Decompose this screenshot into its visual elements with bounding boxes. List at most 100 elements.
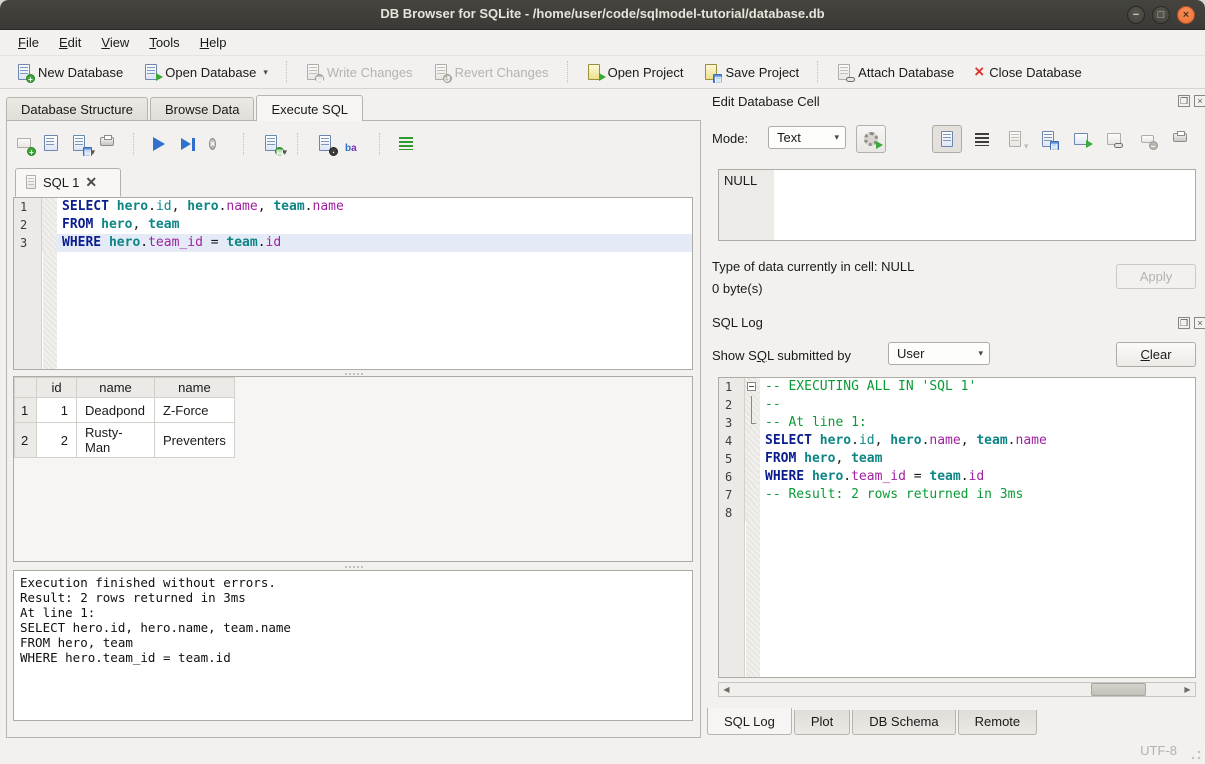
export-data-icon[interactable]: ▤	[1035, 127, 1061, 151]
print-cell-icon[interactable]	[1167, 127, 1193, 151]
minimize-button[interactable]: −	[1127, 6, 1145, 24]
save-results-icon[interactable]: ▤▾	[263, 135, 282, 154]
mode-label: Mode:	[712, 131, 748, 146]
format-sql-icon[interactable]	[399, 135, 418, 154]
menu-help[interactable]: Help	[190, 32, 237, 53]
encoding-indicator[interactable]: UTF-8	[1140, 743, 1177, 758]
table-cell[interactable]: 1	[37, 398, 77, 423]
log-horizontal-scrollbar[interactable]: ◀ ▶	[718, 682, 1196, 697]
tab-database-structure[interactable]: Database Structure	[6, 97, 148, 121]
code-line: 6WHERE hero.team_id = team.id	[719, 468, 1195, 486]
row-number-cell[interactable]: 2	[15, 423, 37, 458]
open-database-button[interactable]: Open Database ▾	[135, 60, 276, 85]
log-filter-label: Show SQL submitted by	[712, 348, 851, 363]
sql-document-tab[interactable]: SQL 1 ✕	[15, 168, 121, 197]
table-row[interactable]: 11DeadpondZ-Force	[15, 398, 235, 423]
write-changes-button: ▤ Write Changes	[297, 60, 421, 85]
import-data-icon: ▾	[1002, 127, 1028, 151]
new-sql-tab-icon[interactable]: +	[15, 135, 34, 154]
maximize-button[interactable]: □	[1152, 6, 1170, 24]
close-database-button[interactable]: × Close Database	[966, 60, 1089, 84]
close-button[interactable]: ×	[1177, 6, 1195, 24]
save-sql-file-icon[interactable]: ▤▾	[71, 135, 90, 154]
close-panel-icon[interactable]: ×	[1194, 95, 1205, 107]
column-header-name[interactable]: name	[155, 378, 235, 398]
table-cell[interactable]: Z-Force	[155, 398, 235, 423]
mode-select[interactable]: Text▾	[768, 126, 846, 149]
close-panel-icon[interactable]: ×	[1194, 317, 1205, 329]
execute-current-line-icon[interactable]	[181, 135, 200, 154]
column-header-name[interactable]: name	[77, 378, 155, 398]
toolbar-separator	[297, 133, 302, 155]
toolbar-separator	[567, 61, 572, 83]
open-in-external-icon[interactable]	[1068, 127, 1094, 151]
sql-log-view[interactable]: 1-- EXECUTING ALL IN 'SQL 1'2--3-- At li…	[718, 377, 1196, 678]
sql-log-panel-title: SQL Log	[712, 315, 763, 330]
table-cell[interactable]: Preventers	[155, 423, 235, 458]
attach-database-button[interactable]: Attach Database	[828, 60, 962, 85]
tab-browse-data[interactable]: Browse Data	[150, 97, 254, 121]
log-filter-select[interactable]: User▾	[888, 342, 990, 365]
link-icon[interactable]	[1101, 127, 1127, 151]
print-icon[interactable]	[99, 135, 118, 154]
text-mode-icon[interactable]	[932, 125, 962, 153]
clear-log-button[interactable]: Clear	[1116, 342, 1196, 367]
code-line: 7-- Result: 2 rows returned in 3ms	[719, 486, 1195, 504]
sql-tab-close-icon[interactable]: ✕	[85, 174, 97, 191]
code-line: 2--	[719, 396, 1195, 414]
menu-view[interactable]: View	[91, 32, 139, 53]
open-sql-file-icon[interactable]	[43, 135, 62, 154]
new-database-button[interactable]: + New Database	[8, 60, 131, 85]
open-project-icon	[586, 64, 603, 81]
table-cell[interactable]: Rusty-Man	[77, 423, 155, 458]
open-project-button[interactable]: Open Project	[578, 60, 692, 85]
row-number-cell[interactable]: 1	[15, 398, 37, 423]
open-database-icon	[143, 64, 160, 81]
window-title: DB Browser for SQLite - /home/user/code/…	[0, 6, 1205, 21]
dock-tab-remote[interactable]: Remote	[958, 710, 1038, 735]
auto-complete-icon[interactable]: ba	[345, 135, 364, 154]
code-line: 1SELECT hero.id, hero.name, team.name	[14, 198, 692, 216]
scrollbar-thumb[interactable]	[1091, 683, 1146, 696]
table-cell[interactable]: 2	[37, 423, 77, 458]
revert-changes-icon: ↺	[433, 64, 450, 81]
dock-tab-plot[interactable]: Plot	[794, 710, 850, 735]
save-project-button[interactable]: ▤ Save Project	[695, 60, 807, 85]
open-database-dropdown-caret[interactable]: ▾	[263, 67, 268, 78]
menu-tools[interactable]: Tools	[139, 32, 189, 53]
find-icon[interactable]: ∙	[317, 135, 336, 154]
apply-button: Apply	[1116, 264, 1196, 289]
results-table[interactable]: idnamename11DeadpondZ-Force22Rusty-ManPr…	[14, 377, 235, 458]
float-panel-icon[interactable]: ❐	[1178, 95, 1190, 107]
splitter-handle[interactable]	[7, 564, 700, 569]
execute-all-icon[interactable]	[153, 135, 172, 154]
cell-value-editor[interactable]: NULL	[718, 169, 1196, 241]
execution-message-box[interactable]: Execution finished without errors. Resul…	[13, 570, 693, 721]
sql-editor-toolbar: + ▤▾ × ▤▾ ∙ ba	[15, 133, 418, 155]
revert-changes-button: ↺ Revert Changes	[425, 60, 557, 85]
tab-execute-sql[interactable]: Execute SQL	[256, 95, 363, 121]
float-panel-icon[interactable]: ❐	[1178, 317, 1190, 329]
word-wrap-icon[interactable]	[969, 127, 995, 151]
menu-file[interactable]: File	[8, 32, 49, 53]
toolbar-separator	[133, 133, 138, 155]
code-line: 5FROM hero, team	[719, 450, 1195, 468]
edit-cell-panel-title: Edit Database Cell	[712, 94, 820, 109]
table-row[interactable]: 22Rusty-ManPreventers	[15, 423, 235, 458]
dock-tab-db-schema[interactable]: DB Schema	[852, 710, 955, 735]
title-bar[interactable]: DB Browser for SQLite - /home/user/code/…	[0, 0, 1205, 30]
dock-tab-sql-log[interactable]: SQL Log	[707, 708, 792, 735]
column-header-id[interactable]: id	[37, 378, 77, 398]
menu-edit[interactable]: Edit	[49, 32, 91, 53]
resize-grip-icon[interactable]	[1191, 750, 1201, 760]
scroll-left-icon[interactable]: ◀	[719, 683, 734, 696]
scroll-right-icon[interactable]: ▶	[1180, 683, 1195, 696]
fold-collapse-icon[interactable]	[747, 382, 756, 391]
set-null-icon: −	[1134, 127, 1160, 151]
apply-format-button[interactable]	[856, 125, 886, 153]
dock-tab-bar: SQL Log Plot DB Schema Remote	[707, 708, 1039, 735]
table-cell[interactable]: Deadpond	[77, 398, 155, 423]
toolbar-separator	[379, 133, 384, 155]
cell-value: NULL	[724, 173, 757, 188]
sql-editor[interactable]: 1SELECT hero.id, hero.name, team.name2FR…	[13, 197, 693, 370]
